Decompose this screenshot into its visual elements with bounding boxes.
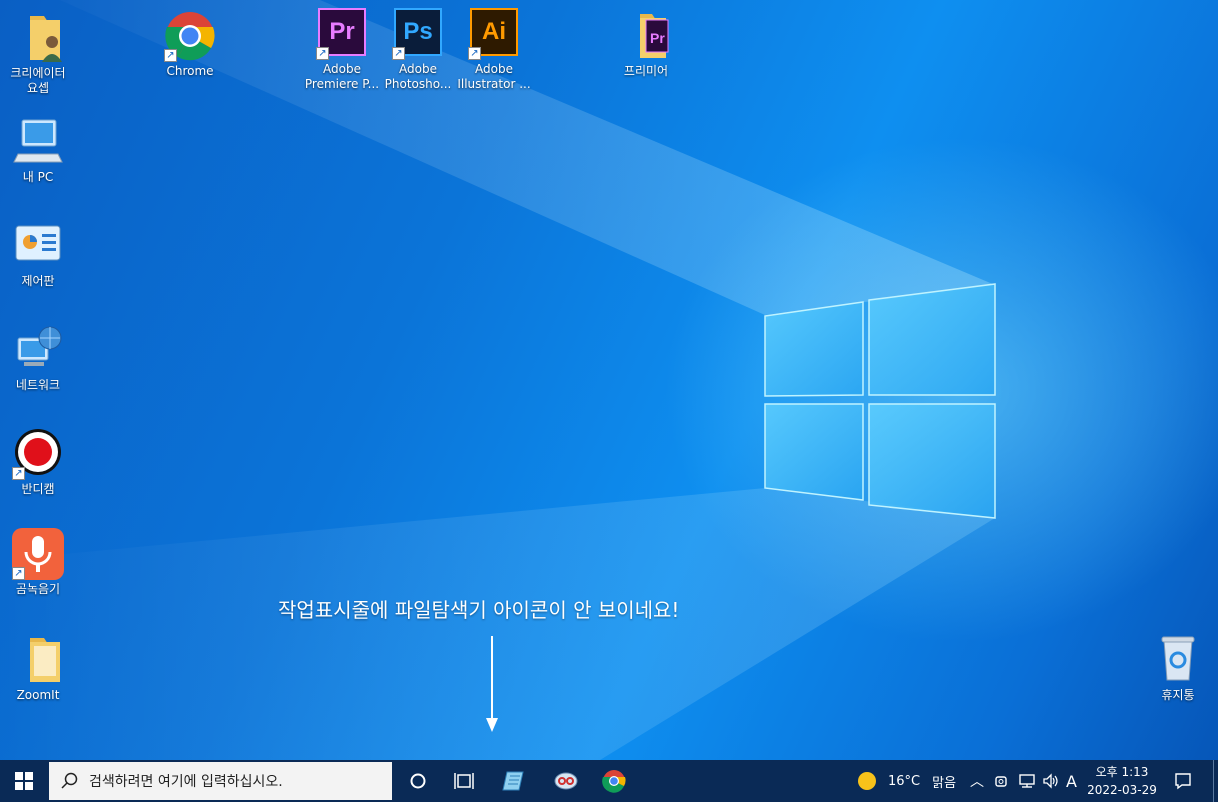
camera-icon [995, 776, 1007, 787]
tray-meet-now[interactable] [994, 760, 1010, 802]
shortcut-arrow-icon: ↗ [164, 49, 177, 62]
icon-label: 제어판 [21, 274, 55, 288]
task-view-icon [454, 773, 474, 789]
weather-temperature: 16°C [888, 773, 921, 789]
tray-volume[interactable] [1042, 760, 1060, 802]
icon-label-line2: 요셉 [26, 81, 50, 95]
shortcut-arrow-icon: ↗ [468, 47, 481, 60]
cortana-circle-icon [410, 773, 426, 789]
desktop[interactable]: 크리에이터 요셉 내 PC 제어판 네트워크 ↗ 반디캠 ↗ 곰녹음기 Zoom… [0, 0, 1218, 760]
icon-label: 곰녹음기 [15, 582, 61, 596]
microphone-icon: ↗ [12, 528, 64, 580]
network-icon [12, 324, 64, 376]
taskbar-app-chrome[interactable] [592, 760, 636, 802]
shortcut-arrow-icon: ↗ [12, 467, 25, 480]
desktop-icon-premiere[interactable]: Pr ↗ Adobe Premiere P... [304, 8, 380, 92]
ime-mode: A [1066, 771, 1077, 791]
snipping-tool-icon [554, 772, 578, 790]
taskbar-clock[interactable]: 오후 1:13 2022-03-29 [1082, 763, 1162, 799]
taskbar-search-box[interactable]: 검색하려면 여기에 입력하십시오. [49, 762, 392, 800]
taskbar-app-snipping-tool[interactable] [544, 760, 588, 802]
weather-description: 맑음 [932, 775, 957, 791]
folder-icon [12, 634, 64, 686]
svg-text:Pr: Pr [650, 30, 665, 46]
tray-network[interactable] [1018, 760, 1036, 802]
desktop-icon-network[interactable]: 네트워크 [0, 324, 76, 393]
search-placeholder: 검색하려면 여기에 입력하십시오. [89, 774, 283, 790]
notepad-icon [502, 771, 524, 791]
tray-ime-indicator[interactable]: A [1066, 760, 1077, 802]
cortana-button[interactable] [396, 760, 440, 802]
icon-label: 휴지통 [1161, 688, 1195, 702]
show-desktop-button[interactable] [1213, 760, 1218, 802]
premiere-icon: Pr ↗ [316, 8, 368, 60]
desktop-icon-photoshop[interactable]: Ps ↗ Adobe Photosho... [380, 8, 456, 92]
search-icon [61, 772, 78, 789]
icon-label-line2: Illustrator ... [457, 77, 531, 91]
desktop-icon-gom-recorder[interactable]: ↗ 곰녹음기 [0, 528, 76, 597]
icon-label: 크리에이터 [10, 66, 66, 80]
desktop-icon-illustrator[interactable]: Ai ↗ Adobe Illustrator ... [456, 8, 532, 92]
taskbar: 검색하려면 여기에 입력하십시오. 16°C 맑음 ︿ A 오후 1:13 20… [0, 760, 1218, 802]
speaker-icon [1043, 773, 1058, 789]
desktop-icon-premiere-folder[interactable]: Pr 프리미어 [608, 10, 684, 79]
photoshop-icon: Ps ↗ [392, 8, 444, 60]
illustrator-icon: Ai ↗ [468, 8, 520, 60]
start-button[interactable] [0, 760, 48, 802]
task-view-button[interactable] [442, 760, 486, 802]
desktop-icon-chrome[interactable]: ↗ Chrome [152, 10, 228, 79]
windows-logo-wallpaper [764, 283, 996, 519]
desktop-icon-recycle-bin[interactable]: 휴지통 [1140, 634, 1216, 703]
chevron-up-icon: ︿ [970, 774, 984, 790]
record-icon: ↗ [12, 428, 64, 480]
icon-label: ZoomIt [16, 688, 60, 702]
chrome-icon [602, 770, 626, 793]
icon-label: 프리미어 [623, 64, 669, 78]
network-icon [1019, 774, 1035, 788]
icon-label: Adobe [399, 62, 437, 76]
shortcut-arrow-icon: ↗ [392, 47, 405, 60]
icon-label: Adobe [475, 62, 513, 76]
desktop-icon-control-panel[interactable]: 제어판 [0, 220, 76, 289]
desktop-icon-zoomit[interactable]: ZoomIt [0, 634, 76, 703]
windows-start-icon [15, 772, 33, 790]
computer-icon [12, 116, 64, 168]
clock-time: 오후 1:13 [1095, 765, 1149, 779]
annotation-text: 작업표시줄에 파일탐색기 아이콘이 안 보이네요! [278, 598, 680, 622]
clock-date: 2022-03-29 [1087, 783, 1157, 797]
icon-label: 내 PC [22, 170, 54, 184]
notification-center-button[interactable] [1174, 760, 1192, 802]
desktop-icon-bandicam[interactable]: ↗ 반디캠 [0, 428, 76, 497]
premiere-folder-icon: Pr [620, 10, 672, 62]
icon-label-line2: Premiere P... [304, 77, 380, 91]
icon-label-line2: Photosho... [384, 77, 452, 91]
desktop-icon-my-pc[interactable]: 내 PC [0, 116, 76, 185]
show-hidden-icons-button[interactable]: ︿ [970, 760, 984, 802]
shortcut-arrow-icon: ↗ [316, 47, 329, 60]
sun-icon [858, 772, 876, 790]
shortcut-arrow-icon: ↗ [12, 567, 25, 580]
user-folder-icon [12, 12, 64, 64]
taskbar-app-notepad[interactable] [492, 760, 536, 802]
chrome-icon: ↗ [164, 10, 216, 62]
down-arrow-icon [486, 636, 498, 732]
icon-label: Chrome [166, 64, 214, 78]
icon-label: Adobe [323, 62, 361, 76]
control-panel-icon [12, 220, 64, 272]
weather-widget[interactable]: 16°C 맑음 [858, 760, 956, 802]
desktop-icon-creator-joseph[interactable]: 크리에이터 요셉 [0, 12, 76, 96]
icon-label: 반디캠 [21, 482, 55, 496]
notification-icon [1175, 773, 1191, 790]
recycle-bin-icon [1152, 634, 1204, 686]
icon-label: 네트워크 [15, 378, 61, 392]
